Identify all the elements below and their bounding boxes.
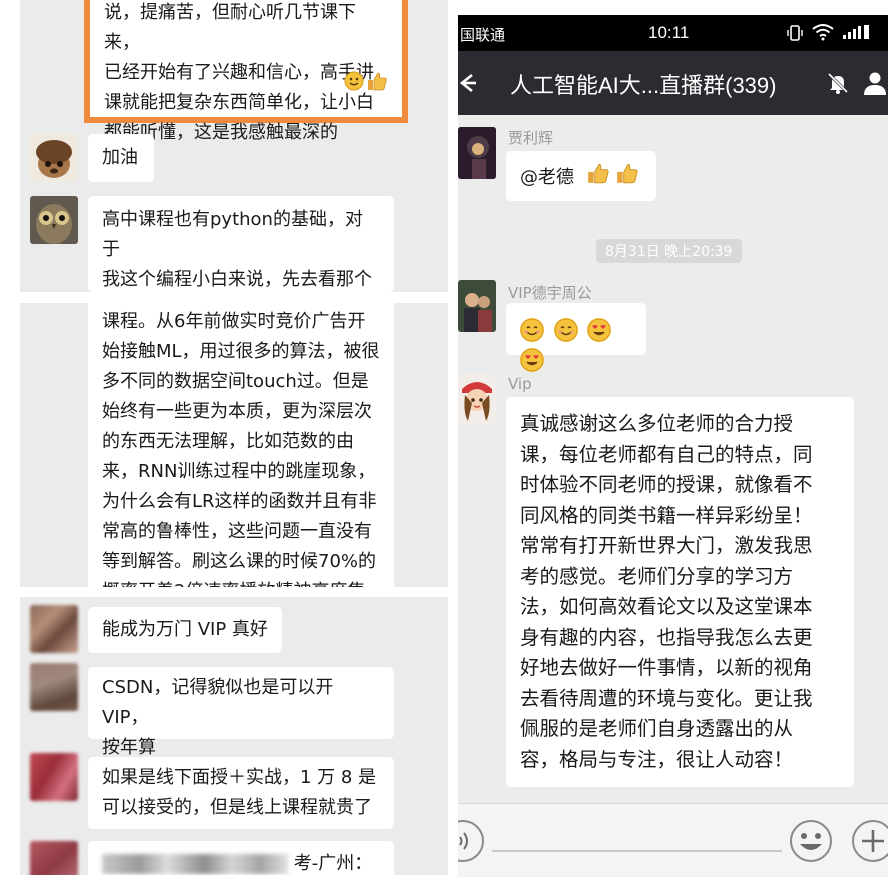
avatar[interactable] [30, 196, 78, 244]
avatar[interactable] [30, 753, 78, 801]
clock: 10:11 [648, 23, 690, 42]
thumbs-up-icon [615, 161, 639, 195]
heart-eyes-emoji-icon [587, 318, 612, 342]
emoji-button-icon[interactable] [788, 818, 834, 868]
chat-screenshot-2: 课程。从6年前做实时竞价广告开 始接触ML，用过很多的算法，被很 多不同的数据空… [20, 303, 448, 587]
message-bubble: 能成为万门 VIP 真好 [88, 607, 282, 653]
message-text: 能成为万门 VIP 真好 [102, 619, 268, 640]
message-bubble: 真诚感谢这么多位老师的合力授 课，每位老师都有自己的特点，同 时体验不同老师的授… [506, 397, 854, 787]
message-text: 考-广州： [293, 853, 373, 874]
plus-icon[interactable] [850, 818, 888, 868]
message-text: 加油 [102, 147, 138, 168]
redacted-text [102, 854, 288, 874]
avatar[interactable] [458, 373, 496, 425]
message-bubble: 高中课程也有python的基础，对于 我这个编程小白来说，先去看那个 更合适 [88, 196, 394, 292]
message-bubble: 如果是线下面授＋实战，1 万 8 是 可以接受的，但是线上课程就贵了 [88, 757, 394, 829]
message-text: 高中课程也有python的基础，对于 我这个编程小白来说，先去看那个 更合适 [102, 209, 372, 290]
smile-emoji-icon [553, 318, 578, 342]
message-input[interactable] [492, 850, 782, 852]
thumbs-up-icon [366, 70, 388, 102]
phone-chat-screenshot: 国联通 10:11 人工智能AI大...直播群(339) 贾利辉 @老德 8月3… [458, 15, 888, 877]
avatar[interactable] [458, 280, 496, 332]
timestamp-label: 8月31日 晚上20:39 [596, 239, 742, 263]
message-text: 课程。从6年前做实时竞价广告开 始接触ML，用过很多的算法，被很 多不同的数据空… [102, 311, 380, 587]
voice-icon[interactable] [458, 818, 486, 868]
carrier-label: 国联通 [460, 27, 506, 44]
chat-title: 人工智能AI大...直播群(339) [510, 73, 777, 98]
avatar[interactable] [30, 134, 78, 182]
wifi-icon [812, 23, 834, 45]
mute-icon[interactable] [826, 71, 850, 99]
smile-emoji-icon [520, 318, 544, 342]
message-text: @老德 [520, 167, 574, 188]
avatar[interactable] [458, 127, 496, 179]
chat-title-bar: 人工智能AI大...直播群(339) [458, 51, 888, 115]
highlighted-message-bubble: 说，提痛苦，但耐心听几节课下来， 已经开始有了兴趣和信心，高手讲 课就能把复杂东… [84, 0, 408, 143]
message-bubble: 课程。从6年前做实时竞价广告开 始接触ML，用过很多的算法，被很 多不同的数据空… [88, 303, 394, 587]
avatar[interactable] [30, 605, 78, 653]
message-text: 真诚感谢这么多位老师的合力授 课，每位老师都有自己的特点，同 时体验不同老师的授… [520, 412, 813, 771]
status-bar: 国联通 10:11 [458, 15, 888, 51]
message-bubble: 加油 [88, 134, 154, 182]
thumbs-up-icon [586, 161, 610, 195]
avatar[interactable] [30, 663, 78, 711]
chat-screenshot-3: 能成为万门 VIP 真好 CSDN，记得貌似也是可以开 VIP， 按年算 如果是… [20, 597, 448, 875]
message-bubble: @老德 [506, 151, 656, 201]
message-bubble: 考-广州： [88, 841, 394, 875]
chat-area: 贾利辉 @老德 8月31日 晚上20:39 VIP德宇周公 Vip 真诚感谢这么… [458, 115, 888, 803]
avatar[interactable] [30, 841, 78, 875]
vibrate-icon [786, 24, 804, 46]
sender-name: VIP德宇周公 [508, 284, 592, 302]
message-bubble: CSDN，记得貌似也是可以开 VIP， 按年算 [88, 667, 394, 758]
group-icon[interactable] [862, 70, 888, 100]
heart-eyes-emoji-icon [520, 348, 544, 372]
message-text: 如果是线下面授＋实战，1 万 8 是 可以接受的，但是线上课程就贵了 [102, 767, 377, 818]
highlighted-message-text: 说，提痛苦，但耐心听几节课下来， 已经开始有了兴趣和信心，高手讲 课就能把复杂东… [104, 2, 374, 143]
input-bar [458, 803, 888, 877]
chat-screenshot-1: 说，提痛苦，但耐心听几节课下来， 已经开始有了兴趣和信心，高手讲 课就能把复杂东… [20, 0, 448, 292]
smile-emoji-icon [344, 71, 364, 101]
back-arrow-icon[interactable] [458, 71, 476, 99]
message-text: CSDN，记得貌似也是可以开 VIP， 按年算 [102, 677, 334, 758]
sender-name: 贾利辉 [508, 129, 554, 147]
message-bubble [506, 303, 646, 372]
signal-icon [842, 24, 870, 44]
sender-name: Vip [508, 375, 532, 393]
